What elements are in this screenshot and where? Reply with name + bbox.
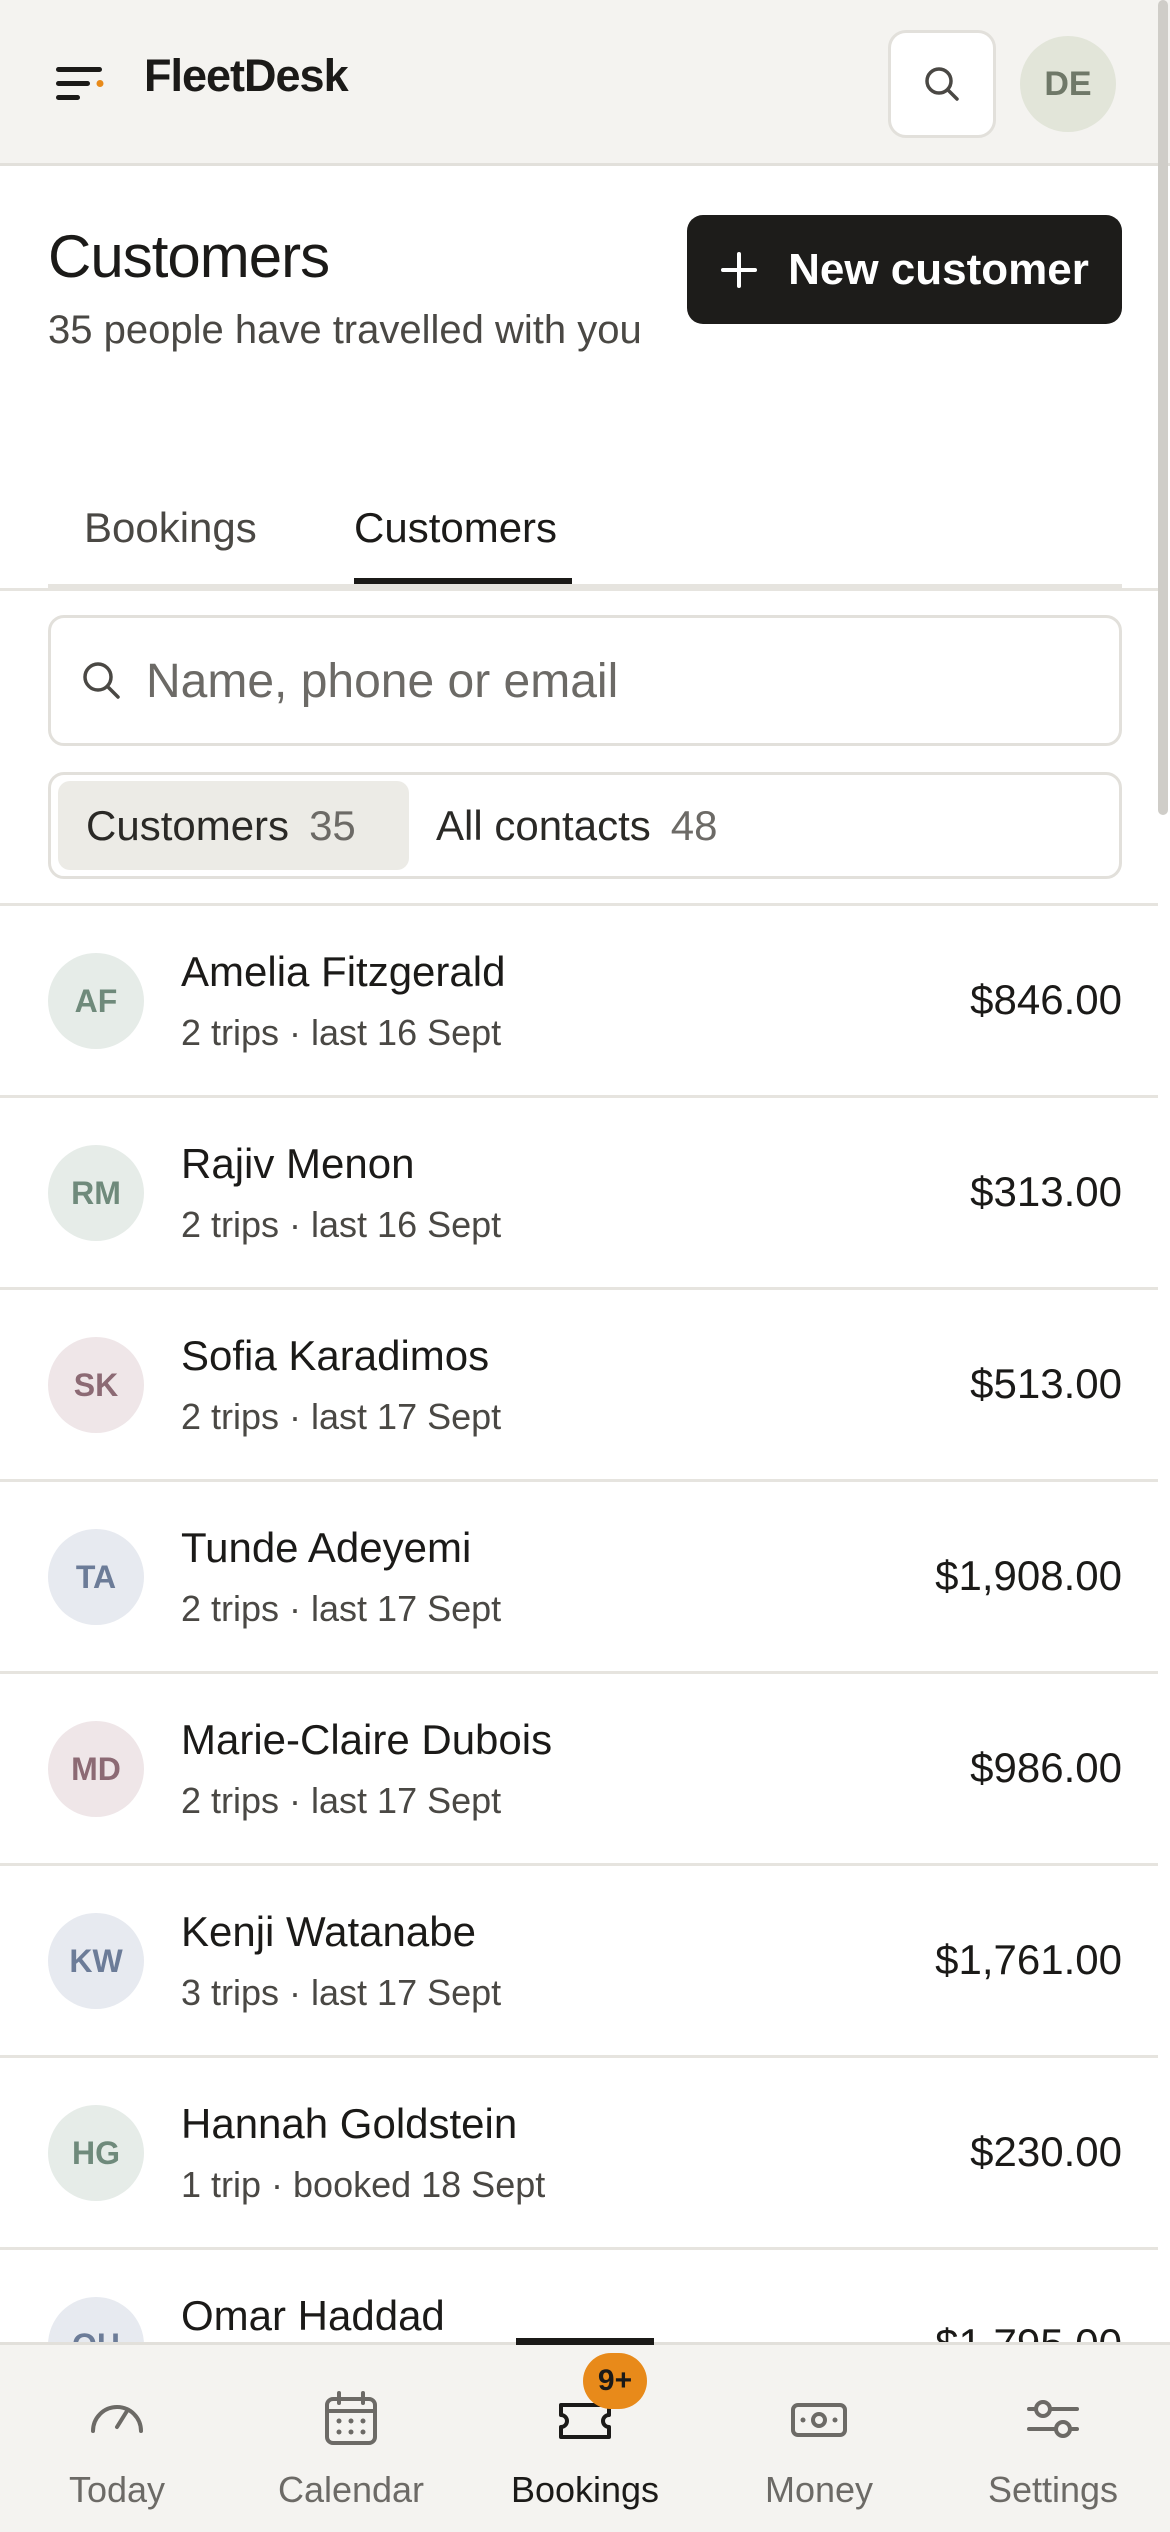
user-avatar[interactable]: DE	[1020, 36, 1116, 132]
customer-meta: 2 trips · last 17 Sept	[181, 1588, 502, 1629]
customer-amount: $1,761.00	[935, 1936, 1122, 1983]
customer-row[interactable]: SK Sofia Karadimos 2 trips · last 17 Sep…	[0, 1290, 1158, 1482]
nav-label: Calendar	[277, 2469, 425, 2510]
divider	[0, 588, 1158, 591]
customer-name: Amelia Fitzgerald	[181, 948, 506, 995]
nav-label: Today	[68, 2469, 166, 2510]
customer-row[interactable]: RM Rajiv Menon 2 trips · last 16 Sept $3…	[0, 1098, 1158, 1290]
customer-meta: 2 trips · last 17 Sept	[181, 1780, 502, 1821]
customer-name: Kenji Watanabe	[181, 1908, 476, 1955]
customer-name: Omar Haddad	[181, 2292, 445, 2339]
nav-settings[interactable]: Settings	[936, 2345, 1170, 2532]
nav-money[interactable]: Money	[702, 2345, 936, 2532]
nav-calendar[interactable]: Calendar	[234, 2345, 468, 2532]
search-input[interactable]	[146, 646, 1046, 716]
tab-bar: Bookings Customers	[48, 490, 1122, 588]
search-icon	[925, 67, 959, 101]
top-bar: FleetDesk DE	[0, 0, 1170, 166]
customer-amount: $986.00	[970, 1744, 1122, 1791]
customer-name: Sofia Karadimos	[181, 1332, 490, 1379]
avatar: MD	[48, 1721, 144, 1817]
customer-meta: 3 trips · last 17 Sept	[181, 1972, 502, 2013]
tab-bookings[interactable]: Bookings	[84, 504, 257, 552]
segment-count: 48	[670, 801, 718, 849]
plus-icon	[721, 251, 758, 288]
customer-name: Rajiv Menon	[181, 1140, 415, 1187]
customer-meta: 2 trips · last 16 Sept	[181, 1012, 502, 1053]
avatar: KW	[48, 1913, 144, 2009]
avatar: RM	[48, 1145, 144, 1241]
customer-row[interactable]: AF Amelia Fitzgerald 2 trips · last 16 S…	[0, 906, 1158, 1098]
bookings-badge: 9+	[583, 2353, 647, 2409]
active-tab-indicator	[354, 578, 572, 584]
nav-label: Settings	[987, 2469, 1119, 2510]
search-button[interactable]	[888, 30, 996, 138]
segment-all-contacts[interactable]: All contacts 48	[436, 781, 776, 870]
customer-row[interactable]: MD Marie-Claire Dubois 2 trips · last 17…	[0, 1674, 1158, 1866]
avatar: HG	[48, 2105, 144, 2201]
customer-name: Tunde Adeyemi	[181, 1524, 472, 1571]
customer-name: Marie-Claire Dubois	[181, 1716, 553, 1763]
customer-amount: $513.00	[970, 1360, 1122, 1407]
new-customer-button[interactable]: New customer	[687, 215, 1122, 324]
active-nav-indicator	[516, 2338, 654, 2345]
brand-name: FleetDesk	[144, 50, 349, 101]
menu-icon[interactable]	[56, 64, 106, 104]
page-subtitle: 35 people have travelled with you	[48, 308, 642, 352]
gauge-icon	[91, 2405, 143, 2433]
page-title: Customers	[48, 223, 330, 290]
avatar: AF	[48, 953, 144, 1049]
segmented-control: Customers 35 All contacts 48	[48, 772, 1122, 879]
customer-meta: 2 trips · last 16 Sept	[181, 1204, 502, 1245]
customer-amount: $846.00	[970, 976, 1122, 1023]
customer-amount: $313.00	[970, 1168, 1122, 1215]
customer-name: Hannah Goldstein	[181, 2100, 518, 2147]
customer-row[interactable]: HG Hannah Goldstein 1 trip · booked 18 S…	[0, 2058, 1158, 2250]
customer-amount: $230.00	[970, 2128, 1122, 2175]
segment-count: 35	[309, 801, 356, 849]
avatar: TA	[48, 1529, 144, 1625]
search-icon	[83, 662, 120, 699]
customer-row[interactable]: TA Tunde Adeyemi 2 trips · last 17 Sept …	[0, 1482, 1158, 1674]
segment-label: All contacts	[436, 801, 651, 849]
customer-row[interactable]: KW Kenji Watanabe 3 trips · last 17 Sept…	[0, 1866, 1158, 2058]
nav-today[interactable]: Today	[0, 2345, 234, 2532]
calendar-icon	[325, 2391, 377, 2445]
customer-amount: $1,908.00	[935, 1552, 1122, 1599]
avatar: SK	[48, 1337, 144, 1433]
nav-label: Bookings	[510, 2469, 660, 2510]
tab-customers[interactable]: Customers	[354, 504, 557, 552]
nav-label: Money	[764, 2469, 874, 2510]
sliders-icon	[1027, 2400, 1079, 2438]
search-field[interactable]	[48, 615, 1122, 746]
new-customer-label: New customer	[788, 244, 1089, 294]
segment-customers[interactable]: Customers 35	[58, 781, 409, 870]
scrollbar[interactable]	[1158, 0, 1168, 815]
segment-label: Customers	[86, 801, 290, 849]
customer-meta: 1 trip · booked 18 Sept	[181, 2164, 546, 2205]
banknote-icon	[791, 2403, 847, 2437]
customer-meta: 2 trips · last 17 Sept	[181, 1396, 502, 1437]
